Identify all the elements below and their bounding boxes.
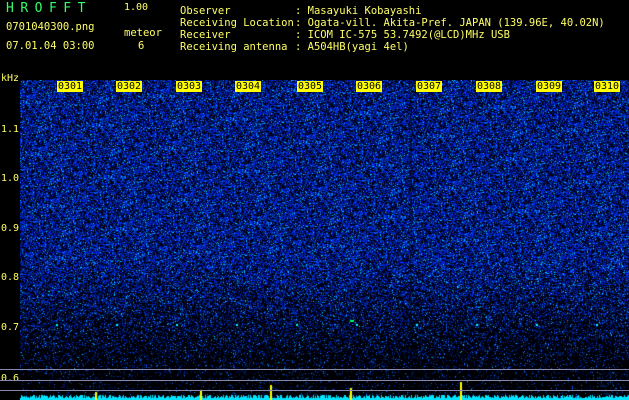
y-axis-unit: kHz xyxy=(1,73,20,84)
info-value-location: : Ogata-vill. Akita-Pref. JAPAN (139.96E… xyxy=(295,17,605,29)
y-tick-label: 0.7 xyxy=(1,322,20,333)
reference-line xyxy=(0,380,629,381)
app-title: HROFFT xyxy=(6,1,92,16)
x-tick-label: 0310 xyxy=(594,81,621,92)
reference-line xyxy=(0,390,629,391)
x-tick-label: 0301 xyxy=(57,81,84,92)
y-tick-label: 1.1 xyxy=(1,124,20,135)
meteor-label: meteor xyxy=(124,27,162,39)
x-tick-label: 0303 xyxy=(176,81,203,92)
file-name: 0701040300.png xyxy=(6,21,95,33)
info-label-antenna: Receiving antenna xyxy=(180,41,288,53)
y-tick-label: 0.6 xyxy=(1,373,20,384)
reference-line xyxy=(0,369,629,370)
info-label-receiver: Receiver xyxy=(180,29,231,41)
x-tick-label: 0302 xyxy=(116,81,143,92)
x-tick-label: 0306 xyxy=(356,81,383,92)
app-version: 1.00 xyxy=(124,2,149,13)
spectrogram-waterfall xyxy=(20,80,629,400)
x-tick-label: 0305 xyxy=(297,81,324,92)
y-tick-label: 0.9 xyxy=(1,223,20,234)
x-tick-label: 0307 xyxy=(416,81,443,92)
info-value-receiver: : ICOM IC-575 53.7492(@LCD)MHz USB xyxy=(295,29,510,41)
x-tick-label: 0308 xyxy=(476,81,503,92)
x-tick-label: 0304 xyxy=(235,81,262,92)
y-tick-label: 1.0 xyxy=(1,173,20,184)
info-label-observer: Observer xyxy=(180,5,231,17)
info-value-antenna: : A504HB(yagi 4el) xyxy=(295,41,409,53)
info-value-observer: : Masayuki Kobayashi xyxy=(295,5,422,17)
info-label-location: Receiving Location xyxy=(180,17,294,29)
date-time: 07.01.04 03:00 xyxy=(6,40,95,52)
y-tick-label: 0.8 xyxy=(1,272,20,283)
x-tick-label: 0309 xyxy=(536,81,563,92)
meteor-count: 6 xyxy=(138,40,145,52)
